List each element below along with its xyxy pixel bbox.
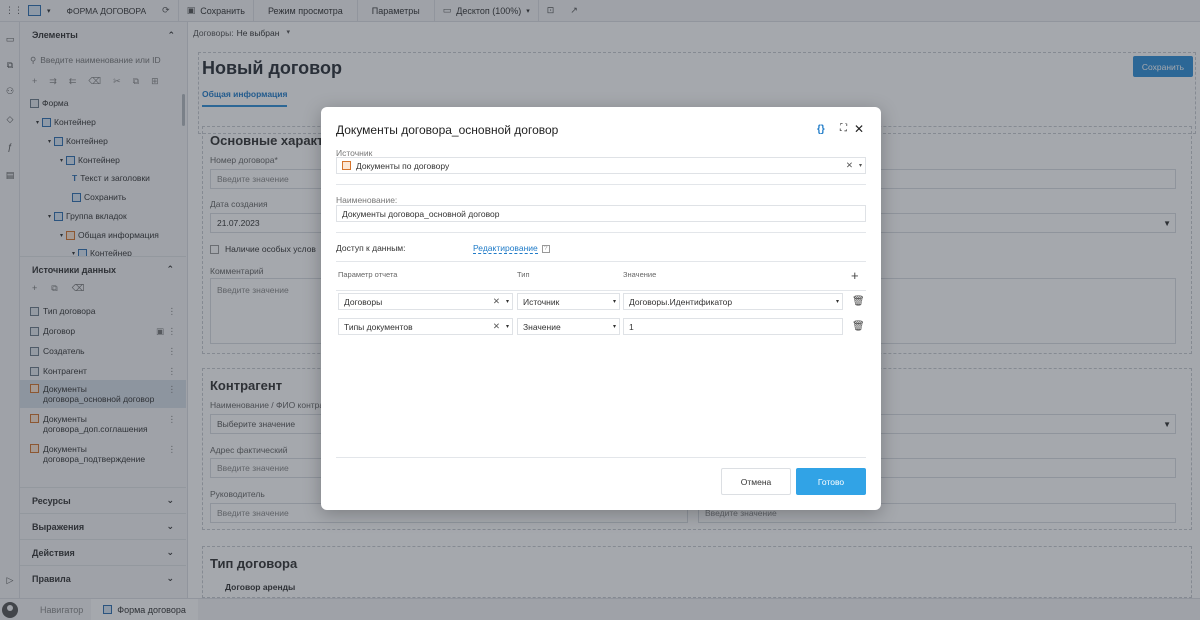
access-label: Доступ к данным: bbox=[336, 243, 406, 253]
param-value: Договоры bbox=[344, 296, 383, 307]
type-value: Значение bbox=[523, 321, 561, 332]
param-select[interactable]: Типы документов ✕ ▾ bbox=[338, 318, 513, 335]
param-select[interactable]: Договоры ✕ ▾ bbox=[338, 293, 513, 310]
source-select[interactable]: Документы по договору ✕ ▾ bbox=[336, 157, 866, 174]
divider bbox=[336, 232, 866, 233]
divider bbox=[336, 184, 866, 185]
done-button[interactable]: Готово bbox=[796, 468, 866, 495]
clear-icon[interactable]: ✕ bbox=[493, 321, 500, 332]
value-value: Договоры.Идентификатор bbox=[629, 296, 733, 307]
fullscreen-icon[interactable]: ⛶ bbox=[840, 123, 847, 134]
access-value: Редактирование bbox=[473, 243, 538, 254]
chevron-down-icon: ▾ bbox=[858, 163, 862, 169]
code-braces-icon[interactable]: {} bbox=[817, 124, 825, 135]
chevron-down-icon: ▾ bbox=[612, 299, 616, 305]
value-value: 1 bbox=[629, 321, 634, 332]
footer-divider bbox=[336, 457, 866, 458]
type-select[interactable]: Источник ▾ bbox=[517, 293, 620, 310]
param-value: Типы документов bbox=[344, 321, 413, 332]
value-select[interactable]: Договоры.Идентификатор ▾ bbox=[623, 293, 843, 310]
clear-icon[interactable]: ✕ bbox=[846, 160, 853, 171]
name-value: Документы договора_основной договор bbox=[342, 208, 500, 219]
data-source-dialog: Документы договора_основной договор {} ⛶… bbox=[321, 107, 881, 510]
trash-icon[interactable]: 🗑 bbox=[852, 321, 865, 332]
value-input[interactable]: 1 bbox=[623, 318, 843, 335]
info-icon: ? bbox=[541, 244, 550, 253]
type-select[interactable]: Значение ▾ bbox=[517, 318, 620, 335]
type-value: Источник bbox=[523, 296, 560, 307]
divider bbox=[336, 261, 866, 262]
name-input[interactable]: Документы договора_основной договор bbox=[336, 205, 866, 222]
trash-icon[interactable]: 🗑 bbox=[852, 296, 865, 307]
chevron-down-icon: ▾ bbox=[835, 299, 839, 305]
source-table-icon bbox=[342, 161, 351, 170]
chevron-down-icon: ▾ bbox=[505, 299, 509, 305]
dialog-title: Документы договора_основной договор bbox=[336, 123, 559, 137]
add-row-icon[interactable]: + bbox=[851, 268, 859, 283]
source-value: Документы по договору bbox=[356, 160, 450, 171]
cancel-button[interactable]: Отмена bbox=[721, 468, 791, 495]
close-icon[interactable]: ✕ bbox=[854, 122, 864, 136]
clear-icon[interactable]: ✕ bbox=[493, 296, 500, 307]
chevron-down-icon: ▾ bbox=[612, 324, 616, 330]
column-header: Значение bbox=[623, 270, 657, 279]
column-header: Тип bbox=[517, 270, 530, 279]
name-label: Наименование: bbox=[336, 195, 398, 205]
access-link[interactable]: Редактирование ? bbox=[473, 243, 550, 254]
chevron-down-icon: ▾ bbox=[505, 324, 509, 330]
divider bbox=[336, 290, 866, 291]
column-header: Параметр отчета bbox=[338, 270, 398, 279]
